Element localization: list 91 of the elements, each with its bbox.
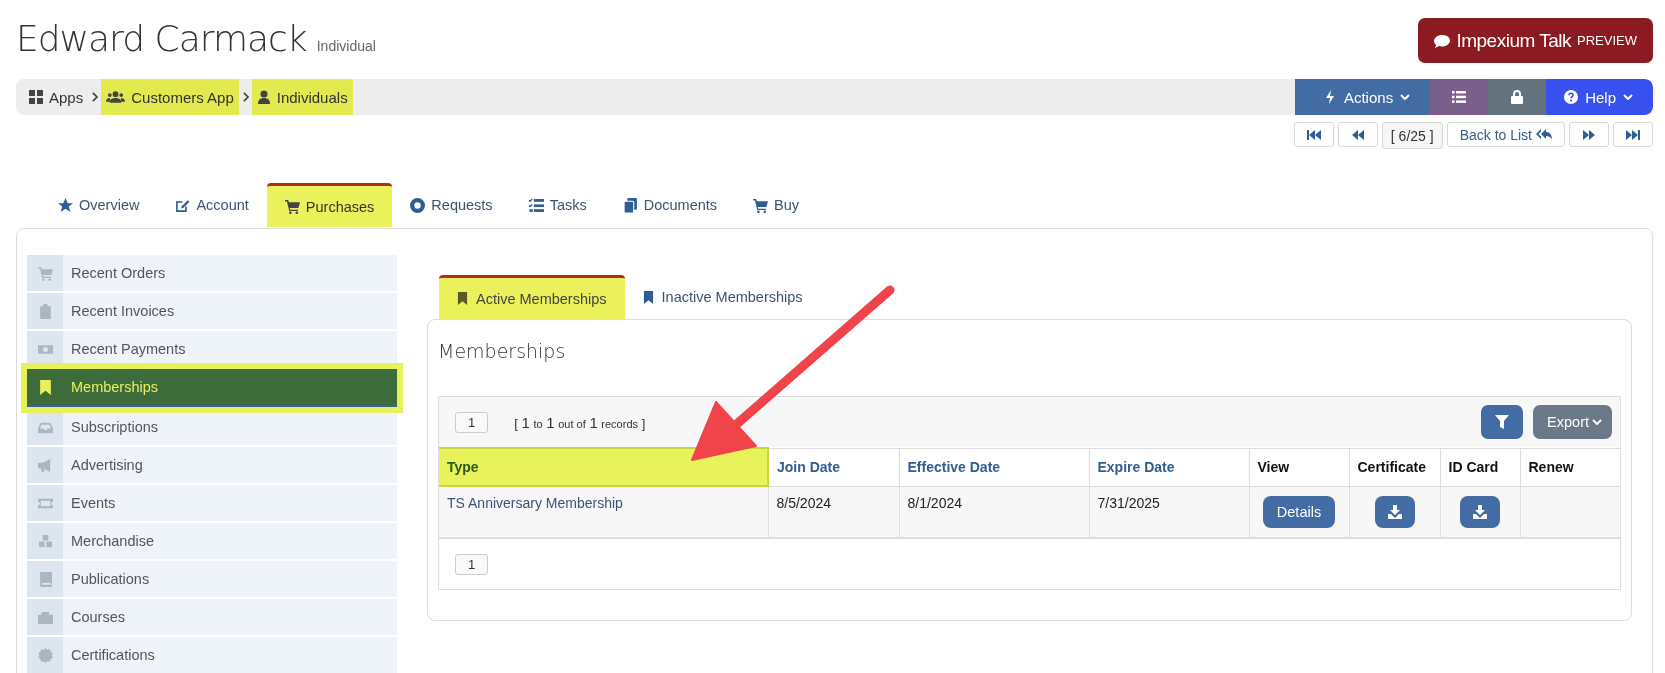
back-to-list-button[interactable]: Back to List	[1446, 122, 1565, 147]
breadcrumb-link[interactable]: Individuals	[251, 79, 353, 115]
cart-icon	[284, 199, 300, 214]
sidebar-item[interactable]: Publications	[27, 561, 397, 597]
table-cell: TS Anniversary Membership	[439, 486, 768, 538]
previous-button[interactable]	[1337, 122, 1378, 147]
column-header: ID Card	[1440, 448, 1520, 486]
download-button[interactable]	[1374, 495, 1415, 528]
download-icon	[1473, 504, 1487, 519]
caret-icon	[1400, 94, 1411, 100]
customer-name: Edward Carmack	[16, 18, 307, 59]
cart-icon	[753, 197, 769, 213]
filter-icon	[1495, 415, 1510, 429]
first-page-button[interactable]	[1293, 122, 1334, 147]
download-button[interactable]	[1460, 495, 1500, 528]
breadcrumb-link[interactable]: Apps	[24, 79, 89, 115]
help-button[interactable]: Help	[1546, 79, 1653, 115]
column-header: Renew	[1520, 448, 1620, 486]
caret-icon	[1623, 94, 1633, 100]
tab[interactable]: Documents	[604, 183, 736, 227]
bookmark-icon	[37, 379, 53, 395]
cart-icon	[37, 265, 53, 281]
table-cell: 8/1/2024	[899, 486, 1089, 538]
star-icon	[58, 197, 73, 213]
column-header: View	[1249, 448, 1349, 486]
rewind-icon	[1350, 129, 1365, 140]
last-icon	[1626, 129, 1640, 140]
column-header[interactable]: Join Date	[768, 448, 899, 486]
list-button[interactable]	[1430, 79, 1489, 115]
caret-icon	[1592, 419, 1602, 425]
chevron-right-icon	[241, 92, 249, 102]
life-ring-icon	[410, 197, 426, 213]
tab[interactable]: Account	[157, 183, 267, 227]
details-button[interactable]: Details	[1262, 495, 1336, 528]
impexium-talk-button[interactable]: Impexium Talk PREVIEW	[1418, 18, 1653, 63]
last-page-button[interactable]	[1613, 122, 1653, 147]
customer-type: Individual	[316, 38, 376, 54]
page-size-field[interactable]: 1	[455, 411, 489, 433]
certificate-icon	[37, 647, 53, 663]
tab[interactable]: Tasks	[510, 183, 605, 227]
bookmark-icon	[457, 292, 468, 305]
next-button[interactable]	[1569, 122, 1609, 147]
sidebar-item[interactable]: Events	[27, 485, 397, 521]
tab[interactable]: Requests	[392, 183, 511, 227]
export-button[interactable]: Export	[1533, 405, 1612, 439]
book-icon	[37, 571, 53, 587]
page-number[interactable]: 1	[455, 553, 489, 575]
tab[interactable]: Buy	[735, 183, 818, 227]
briefcase-icon	[37, 609, 53, 625]
sidebar-item[interactable]: Recent Orders	[27, 255, 397, 291]
lock-icon	[1510, 90, 1525, 104]
edit-icon	[175, 197, 191, 213]
tab[interactable]: Overview	[40, 183, 158, 227]
users-icon	[106, 90, 126, 104]
tab[interactable]: Purchases	[266, 183, 393, 227]
subtab[interactable]: Inactive Memberships	[624, 275, 821, 319]
sidebar-item[interactable]: Recent Invoices	[27, 293, 397, 329]
panel-title: Memberships	[438, 340, 567, 362]
chat-icon	[1434, 33, 1451, 48]
download-icon	[1387, 504, 1402, 519]
sidebar-item[interactable]: Advertising	[27, 447, 397, 483]
sidebar-item[interactable]: Certifications	[27, 637, 397, 673]
grid-icon	[29, 90, 43, 104]
sidebar-item[interactable]: Merchandise	[27, 523, 397, 559]
column-header[interactable]: Expire Date	[1089, 448, 1249, 486]
documents-icon	[622, 197, 638, 213]
sidebar-item[interactable]: Courses	[27, 599, 397, 635]
first-icon	[1306, 129, 1321, 140]
column-header: Certificate	[1349, 448, 1440, 486]
actions-button[interactable]: Actions	[1294, 79, 1431, 115]
list-icon	[1452, 90, 1467, 104]
column-header[interactable]: Effective Date	[899, 448, 1089, 486]
user-icon	[256, 90, 271, 104]
record-range: [ 1 to 1 out of 1 records ]	[514, 413, 646, 431]
table-cell: 8/5/2024	[768, 486, 899, 538]
fast-forward-icon	[1582, 129, 1596, 140]
table-cell: 7/31/2025	[1089, 486, 1249, 538]
record-position: [ 6/25 ]	[1381, 122, 1443, 149]
chevron-right-icon	[91, 92, 99, 102]
megaphone-icon	[37, 457, 53, 473]
reply-all-icon	[1536, 128, 1552, 141]
lock-button[interactable]	[1488, 79, 1547, 115]
breadcrumb-link[interactable]: Customers App	[101, 79, 239, 115]
clipboard-icon	[37, 303, 53, 319]
tasks-icon	[528, 197, 544, 213]
subtab[interactable]: Active Memberships	[439, 275, 625, 319]
filter-button[interactable]	[1481, 405, 1524, 439]
bookmark-icon	[642, 290, 654, 304]
column-header[interactable]: Type	[439, 448, 768, 486]
cubes-icon	[37, 533, 53, 549]
help-icon	[1564, 90, 1579, 104]
